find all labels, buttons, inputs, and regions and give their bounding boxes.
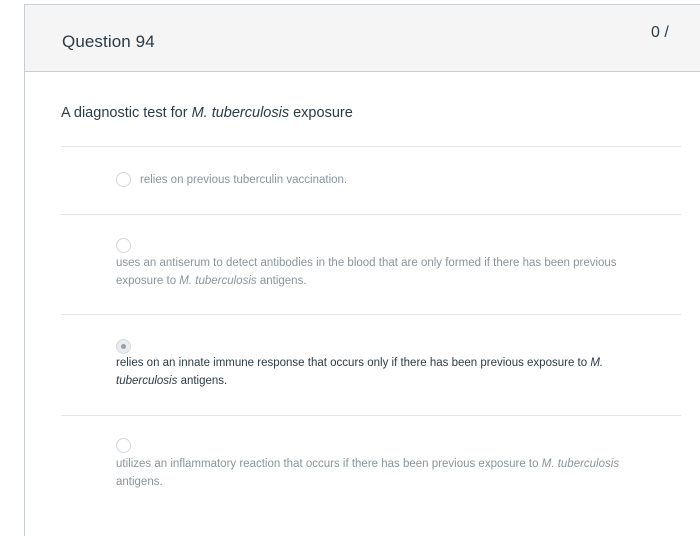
answer-2-radio[interactable] [116, 238, 131, 253]
answer-4-label[interactable]: utilizes an inflammatory reaction that o… [116, 455, 686, 491]
answer-1-radio[interactable] [116, 172, 131, 187]
answer-2-label[interactable]: uses an antiserum to detect antibodies i… [116, 254, 686, 290]
answer-1-text: relies on previous tuberculin vaccinatio… [140, 174, 348, 186]
answer-1-label[interactable]: relies on previous tuberculin vaccinatio… [140, 171, 347, 189]
question-prompt: A diagnostic test for M. tuberculosis ex… [61, 105, 353, 121]
answer-3-radio[interactable] [116, 339, 131, 354]
answer-3-label[interactable]: relies on an innate immune response that… [116, 354, 686, 390]
question-header: Question 94 0 / [25, 5, 700, 72]
answer-4-line1-prefix: utilizes an inflammatory reaction that o… [116, 458, 542, 470]
answer-2-line2: exposure to M. tuberculosis antigens. [116, 272, 686, 290]
question-points: 0 / [651, 24, 669, 41]
question-title: Question 94 [62, 32, 155, 51]
answer-4-line1: utilizes an inflammatory reaction that o… [116, 455, 686, 473]
answer-3-line2-suffix: antigens. [177, 375, 228, 387]
prompt-italic: M. tuberculosis [191, 105, 290, 121]
answer-3-line1-prefix: relies on an innate immune response that… [116, 357, 591, 369]
answer-2-line2-suffix: antigens. [256, 275, 307, 287]
answer-4-line1-italic: M. tuberculosis [541, 458, 620, 470]
answer-2-line2-prefix: exposure to [116, 275, 180, 287]
answer-3-line2: tuberculosis antigens. [116, 372, 686, 390]
divider [61, 214, 681, 215]
answer-4-radio[interactable] [116, 438, 131, 453]
quiz-page: Question 94 0 / A diagnostic test for M.… [0, 0, 700, 536]
prompt-suffix: exposure [289, 105, 353, 121]
prompt-prefix: A diagnostic test for [61, 105, 192, 121]
answer-3-line1-italic: M. [590, 357, 604, 369]
answer-2-line2-italic: M. tuberculosis [179, 275, 257, 287]
divider [61, 415, 681, 416]
answer-3-line2-italic: tuberculosis [116, 375, 178, 387]
answer-2-line1: uses an antiserum to detect antibodies i… [116, 257, 617, 269]
answer-4-line2: antigens. [116, 476, 163, 488]
divider [61, 314, 681, 315]
divider [61, 146, 681, 147]
answer-3-line1: relies on an innate immune response that… [116, 354, 686, 372]
